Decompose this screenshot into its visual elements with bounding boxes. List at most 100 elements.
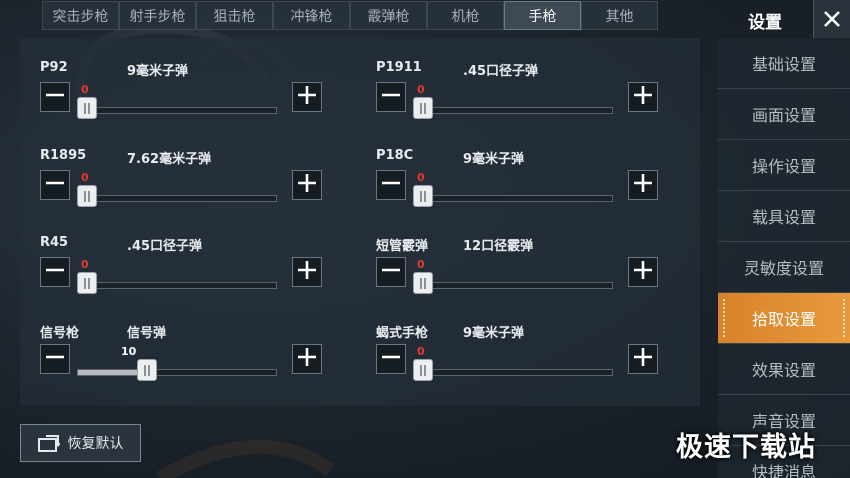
tab-weapon-category[interactable]: 机枪	[427, 1, 504, 30]
pickup-slider[interactable]	[77, 282, 277, 289]
weapon-name: P1911	[376, 60, 422, 75]
weapon-row: P92 9毫米子弹 0	[40, 60, 340, 140]
reset-icon	[37, 435, 60, 452]
slider-value: 0	[81, 171, 89, 184]
minus-icon	[44, 259, 66, 285]
plus-icon	[632, 259, 654, 285]
weapon-row: 信号枪 信号弹 10	[40, 322, 340, 402]
reset-label: 恢复默认	[67, 436, 124, 452]
pickup-slider[interactable]	[77, 369, 277, 376]
weapon-row: R45 .45口径子弹 0	[40, 235, 340, 315]
ammo-type: .45口径子弹	[463, 64, 539, 79]
weapon-name: 短管霰弹	[376, 239, 429, 254]
weapon-settings-panel: P92 9毫米子弹 0 P1911 .45口径子弹 0 R1895 7.62毫米子弹 0 P18C…	[20, 38, 700, 406]
slider-handle[interactable]	[413, 97, 433, 119]
decrease-button[interactable]	[40, 344, 70, 374]
weapon-row: 短管霰弹 12口径霰弹 0	[376, 235, 676, 315]
increase-button[interactable]	[628, 344, 658, 374]
minus-icon	[380, 259, 402, 285]
ammo-type: 9毫米子弹	[463, 326, 525, 341]
minus-icon	[380, 172, 402, 198]
reset-default-button[interactable]: 恢复默认	[20, 424, 141, 462]
minus-icon	[380, 84, 402, 110]
plus-icon	[296, 259, 318, 285]
watermark: 极速下载站	[676, 432, 816, 463]
slider-handle[interactable]	[413, 185, 433, 207]
plus-icon	[296, 172, 318, 198]
minus-icon	[44, 346, 66, 372]
slider-value: 10	[121, 345, 137, 358]
plus-icon	[632, 84, 654, 110]
decrease-button[interactable]	[376, 257, 406, 287]
slider-handle[interactable]	[77, 185, 97, 207]
decrease-button[interactable]	[376, 170, 406, 200]
slider-handle[interactable]	[413, 272, 433, 294]
ammo-type: .45口径子弹	[127, 239, 203, 254]
settings-menu-item[interactable]: 基础设置	[718, 38, 850, 89]
slider-value: 0	[417, 258, 425, 271]
settings-menu-item[interactable]: 拾取设置	[718, 293, 850, 344]
settings-menu-item[interactable]: 画面设置	[718, 89, 850, 140]
weapon-row: R1895 7.62毫米子弹 0	[40, 148, 340, 228]
ammo-type: 9毫米子弹	[463, 152, 525, 167]
tab-weapon-category[interactable]: 冲锋枪	[273, 1, 350, 30]
tab-weapon-category[interactable]: 突击步枪	[42, 1, 119, 30]
settings-menu-item[interactable]: 载具设置	[718, 191, 850, 242]
decrease-button[interactable]	[40, 257, 70, 287]
decrease-button[interactable]	[40, 82, 70, 112]
tab-weapon-category[interactable]: 其他	[581, 1, 658, 30]
increase-button[interactable]	[628, 82, 658, 112]
tab-weapon-category[interactable]: 射手步枪	[119, 1, 196, 30]
weapon-name: 蝎式手枪	[376, 326, 429, 341]
pickup-slider[interactable]	[413, 195, 613, 202]
weapon-row: P18C 9毫米子弹 0	[376, 148, 676, 228]
slider-handle[interactable]	[413, 359, 433, 381]
close-icon	[824, 11, 840, 27]
decrease-button[interactable]	[376, 82, 406, 112]
weapon-name: 信号枪	[40, 326, 80, 341]
increase-button[interactable]	[292, 82, 322, 112]
settings-menu-item[interactable]: 灵敏度设置	[718, 242, 850, 293]
increase-button[interactable]	[292, 170, 322, 200]
pickup-slider[interactable]	[413, 369, 613, 376]
decrease-button[interactable]	[40, 170, 70, 200]
weapon-name: R1895	[40, 148, 87, 163]
pickup-slider[interactable]	[77, 195, 277, 202]
ammo-type: 9毫米子弹	[127, 64, 189, 79]
settings-header: 设置	[718, 0, 850, 38]
slider-handle[interactable]	[77, 272, 97, 294]
slider-value: 0	[81, 258, 89, 271]
increase-button[interactable]	[628, 257, 658, 287]
pickup-slider[interactable]	[413, 107, 613, 114]
slider-value: 0	[81, 83, 89, 96]
settings-title: 设置	[748, 13, 782, 33]
weapon-category-tabs: 突击步枪 射手步枪 狙击枪 冲锋枪 霰弹枪 机枪 手枪 其他	[42, 1, 658, 30]
settings-menu-item[interactable]: 操作设置	[718, 140, 850, 191]
increase-button[interactable]	[292, 257, 322, 287]
ammo-type: 信号弹	[127, 326, 167, 341]
weapon-row: P1911 .45口径子弹 0	[376, 60, 676, 140]
pickup-slider[interactable]	[77, 107, 277, 114]
close-button[interactable]	[813, 0, 850, 38]
minus-icon	[380, 346, 402, 372]
pickup-slider[interactable]	[413, 282, 613, 289]
slider-handle[interactable]	[137, 359, 157, 381]
weapon-row: 蝎式手枪 9毫米子弹 0	[376, 322, 676, 402]
settings-menu-item[interactable]: 效果设置	[718, 344, 850, 395]
weapon-name: P92	[40, 60, 68, 75]
ammo-type: 12口径霰弹	[463, 239, 534, 254]
plus-icon	[632, 172, 654, 198]
increase-button[interactable]	[292, 344, 322, 374]
ammo-type: 7.62毫米子弹	[127, 152, 212, 167]
minus-icon	[44, 172, 66, 198]
tab-weapon-category[interactable]: 手枪	[504, 1, 581, 30]
tab-weapon-category[interactable]: 狙击枪	[196, 1, 273, 30]
weapon-name: P18C	[376, 148, 414, 163]
weapon-name: R45	[40, 235, 69, 250]
tab-weapon-category[interactable]: 霰弹枪	[350, 1, 427, 30]
plus-icon	[296, 84, 318, 110]
slider-handle[interactable]	[77, 97, 97, 119]
decrease-button[interactable]	[376, 344, 406, 374]
increase-button[interactable]	[628, 170, 658, 200]
plus-icon	[296, 346, 318, 372]
